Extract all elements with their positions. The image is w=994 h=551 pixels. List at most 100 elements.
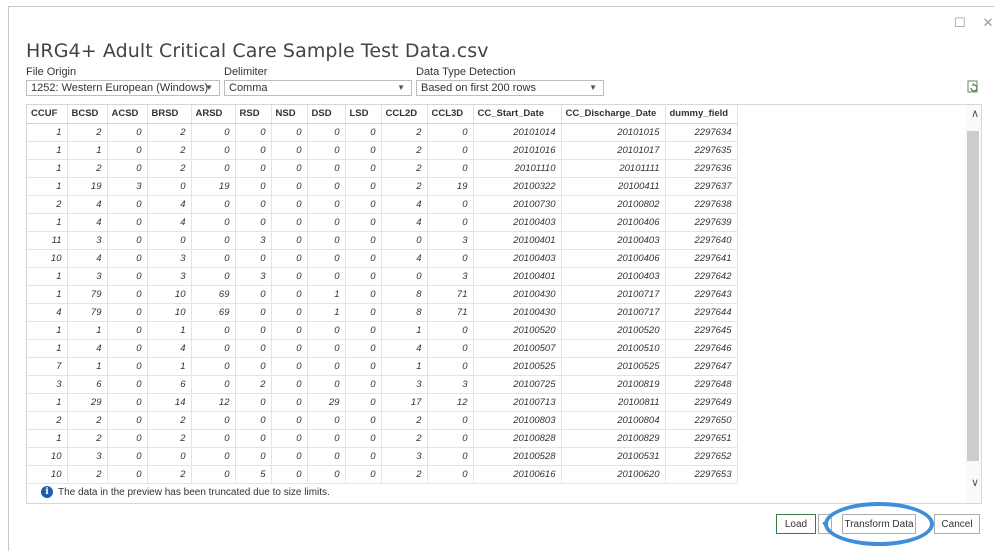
table-cell: 0 [427,411,474,430]
data-type-detection-select[interactable]: Based on first 200 rows ▼ [416,80,604,96]
close-icon[interactable]: ✕ [982,15,994,31]
scroll-thumb[interactable] [967,131,979,461]
table-cell: 0 [427,357,474,376]
transform-data-button[interactable]: Transform Data [842,514,916,534]
table-cell: 0 [271,375,308,394]
table-cell: 19 [191,177,236,196]
column-header[interactable]: dummy_field [665,105,738,124]
table-cell: 3 [381,447,428,466]
vertical-scrollbar[interactable]: ∧ ∨ [965,105,981,503]
maximize-icon[interactable]: ☐ [954,15,966,31]
table-cell: 0 [271,303,308,322]
table-cell: 0 [271,213,308,232]
column-header[interactable]: CC_Start_Date [473,105,562,124]
column-header[interactable]: CC_Discharge_Date [561,105,666,124]
table-cell: 17 [381,393,428,412]
refresh-icon[interactable] [966,80,980,94]
table-cell: 2 [381,123,428,142]
table-cell: 0 [235,393,272,412]
table-cell: 1 [27,267,68,286]
table-cell: 0 [307,249,346,268]
table-cell: 0 [107,357,148,376]
chevron-down-icon[interactable]: ∨ [971,476,979,489]
table-cell: 4 [147,195,192,214]
column-header[interactable]: ARSD [191,105,236,124]
delimiter-value: Comma [229,82,268,94]
table-cell: 0 [307,375,346,394]
table-cell: 10 [27,249,68,268]
file-origin-select[interactable]: 1252: Western European (Windows) ▼ [26,80,220,96]
table-cell: 4 [67,249,108,268]
table-cell: 0 [147,231,192,250]
table-cell: 20100730 [473,195,562,214]
column-header[interactable]: CCUF [27,105,68,124]
table-cell: 0 [307,357,346,376]
table-cell: 10 [147,285,192,304]
table-cell: 1 [67,357,108,376]
table-cell: 11 [27,231,68,250]
table-cell: 2 [147,159,192,178]
table-cell: 4 [381,339,428,358]
table-cell: 0 [345,231,382,250]
table-cell: 4 [381,195,428,214]
table-cell: 0 [271,411,308,430]
table-cell: 2 [147,429,192,448]
table-cell: 20100717 [561,303,666,322]
table-cell: 0 [235,321,272,340]
table-cell: 20100507 [473,339,562,358]
table-cell: 20100406 [561,249,666,268]
column-header[interactable]: LSD [345,105,382,124]
table-cell: 1 [147,321,192,340]
data-type-detection-value: Based on first 200 rows [421,82,536,94]
table-cell: 0 [307,123,346,142]
data-type-detection-label: Data Type Detection [416,66,516,78]
window-controls: ☐ ✕ [954,15,994,31]
table-cell: 2 [147,411,192,430]
table-cell: 2297640 [665,231,738,250]
column-header[interactable]: BCSD [67,105,108,124]
table-cell: 0 [107,285,148,304]
delimiter-select[interactable]: Comma ▼ [224,80,412,96]
column-header[interactable]: DSD [307,105,346,124]
table-cell: 0 [235,339,272,358]
table-row: 1 2 0 2 0 0 0 0 0 2 0 20101014 20101015 2297634 [27,123,738,142]
table-cell: 20100403 [561,267,666,286]
column-header[interactable]: NSD [271,105,308,124]
table-cell: 1 [27,339,68,358]
load-button[interactable]: Load [776,514,816,534]
table-cell: 2297648 [665,375,738,394]
chevron-up-icon[interactable]: ∧ [971,107,979,120]
cancel-button[interactable]: Cancel [934,514,980,534]
table-cell: 0 [235,213,272,232]
column-header[interactable]: CCL3D [427,105,474,124]
table-cell: 0 [107,321,148,340]
table-cell: 0 [345,357,382,376]
table-cell: 3 [107,177,148,196]
table-cell: 4 [27,303,68,322]
table-cell: 2297636 [665,159,738,178]
table-cell: 0 [345,285,382,304]
table-cell: 0 [271,285,308,304]
column-header[interactable]: RSD [235,105,272,124]
table-cell: 71 [427,303,474,322]
column-header[interactable]: CCL2D [381,105,428,124]
table-cell: 2 [381,429,428,448]
table-cell: 2 [381,141,428,160]
table-cell: 10 [147,303,192,322]
table-row: 1 79 0 10 69 0 0 1 0 8 71 20100430 20100717 2297643 [27,285,738,304]
file-origin-label: File Origin [26,66,77,78]
table-cell: 1 [307,285,346,304]
table-cell: 0 [107,429,148,448]
table-cell: 4 [67,213,108,232]
table-cell: 1 [27,429,68,448]
table-cell: 20100430 [473,285,562,304]
table-cell: 20100401 [473,231,562,250]
load-dropdown-button[interactable]: ▼ [818,514,832,534]
table-cell: 0 [345,123,382,142]
table-cell: 0 [345,267,382,286]
table-cell: 2297639 [665,213,738,232]
column-header[interactable]: BRSD [147,105,192,124]
table-row: 1 3 0 3 0 3 0 0 0 0 3 20100401 20100403 2297642 [27,267,738,286]
table-cell: 20100403 [473,249,562,268]
column-header[interactable]: ACSD [107,105,148,124]
